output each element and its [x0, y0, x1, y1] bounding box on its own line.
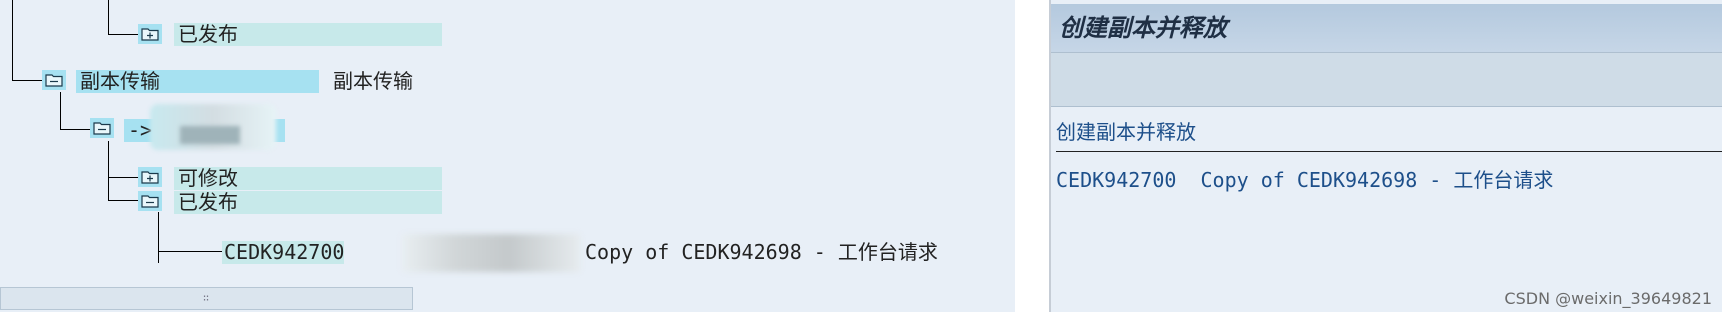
detail-header: 创建副本并释放	[1051, 4, 1722, 53]
tree-connector	[108, 177, 138, 178]
tree-node-released[interactable]: 已发布	[174, 191, 442, 214]
tree-connector	[60, 129, 90, 130]
folder-icon[interactable]	[90, 118, 114, 138]
panel-gap	[1015, 0, 1049, 312]
tree-connector	[158, 212, 159, 263]
watermark: CSDN @weixin_39649821	[1504, 289, 1712, 308]
folder-icon[interactable]	[138, 191, 162, 211]
section-divider	[1056, 151, 1722, 152]
redacted-system-name	[180, 126, 240, 144]
tree-connector	[12, 0, 13, 81]
folder-icon[interactable]	[42, 70, 66, 90]
copy-transport-description: 副本传输	[333, 69, 413, 93]
section-label: 创建副本并释放	[1056, 120, 1196, 144]
detail-toolbar	[1051, 53, 1722, 107]
tree-node-request-id[interactable]: CEDK942700	[222, 241, 345, 264]
request-row[interactable]: CEDK942700 Copy of CEDK942698 - 工作台请求	[1056, 166, 1553, 194]
tree-node-released-top[interactable]: 已发布	[174, 23, 442, 46]
folder-modifiable-icon[interactable]	[138, 167, 162, 187]
tree-connector	[108, 141, 109, 201]
horizontal-scrollbar[interactable]: ∷	[0, 287, 1015, 312]
request-row-id: CEDK942700	[1056, 168, 1177, 192]
folder-released-icon[interactable]	[138, 24, 162, 44]
tree-connector	[108, 0, 109, 35]
redacted-owner	[402, 234, 580, 272]
transport-tree-panel: 已发布 副本传输 副本传输 -> 可修改 已发布 CEDK942700 Copy…	[0, 0, 1015, 287]
request-row-desc: Copy of CEDK942698 - 工作台请求	[1200, 168, 1554, 192]
detail-title: 创建副本并释放	[1059, 14, 1227, 42]
tree-connector	[12, 80, 42, 81]
tree-connector	[108, 34, 138, 35]
tree-node-modifiable[interactable]: 可修改	[174, 167, 442, 190]
tree-connector	[60, 92, 61, 130]
tree-connector	[158, 251, 224, 252]
detail-panel: 创建副本并释放 创建副本并释放 CEDK942700 Copy of CEDK9…	[1051, 0, 1722, 312]
scrollbar-thumb[interactable]: ∷	[0, 287, 413, 310]
request-description: Copy of CEDK942698 - 工作台请求	[585, 240, 938, 264]
tree-node-copy-transport[interactable]: 副本传输	[76, 70, 319, 93]
tree-connector	[108, 200, 138, 201]
